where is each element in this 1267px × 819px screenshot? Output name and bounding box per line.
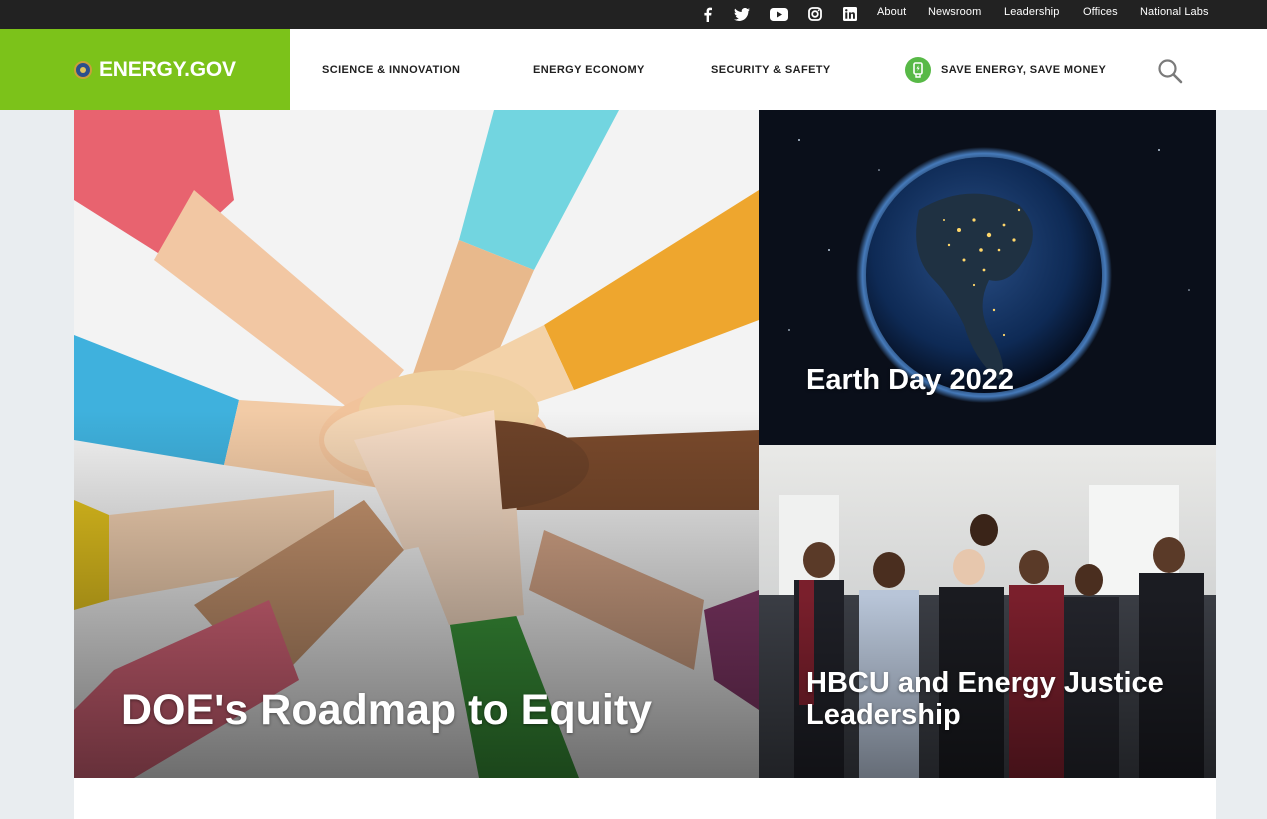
utility-bar: About Newsroom Leadership Offices Nation… xyxy=(0,0,1267,29)
site-logo[interactable]: ENERGY.GOV xyxy=(0,29,290,110)
nav-security-safety[interactable]: SECURITY & SAFETY xyxy=(711,64,831,77)
utility-link-newsroom[interactable]: Newsroom xyxy=(928,6,981,19)
doe-seal-icon xyxy=(74,61,92,79)
nav-save-energy[interactable]: SAVE ENERGY, SAVE MONEY xyxy=(941,64,1106,77)
facebook-icon[interactable] xyxy=(699,4,715,24)
hands-together-illustration xyxy=(74,110,759,778)
linkedin-icon[interactable] xyxy=(842,4,858,24)
utility-link-national-labs[interactable]: National Labs xyxy=(1140,6,1209,19)
hero-bottom-title: HBCU and Energy Justice Leadership xyxy=(806,667,1164,731)
content-area xyxy=(74,778,1216,819)
search-icon[interactable] xyxy=(1156,57,1184,85)
hero-roadmap-to-equity[interactable]: DOE's Roadmap to Equity xyxy=(74,110,759,778)
twitter-icon[interactable] xyxy=(733,4,751,24)
nav-science-innovation[interactable]: SCIENCE & INNOVATION xyxy=(322,64,460,77)
nav-energy-economy[interactable]: ENERGY ECONOMY xyxy=(533,64,645,77)
hero-main-title: DOE's Roadmap to Equity xyxy=(121,686,653,734)
hero-hbcu-leadership[interactable]: HBCU and Energy Justice Leadership xyxy=(759,445,1216,778)
hero-earth-day[interactable]: Earth Day 2022 xyxy=(759,110,1216,445)
utility-link-leadership[interactable]: Leadership xyxy=(1004,6,1059,19)
youtube-icon[interactable] xyxy=(769,4,789,24)
site-header: ENERGY.GOV SCIENCE & INNOVATION ENERGY E… xyxy=(0,29,1267,110)
hero-top-title: Earth Day 2022 xyxy=(806,364,1014,396)
utility-link-about[interactable]: About xyxy=(877,6,906,19)
save-energy-icon xyxy=(905,57,931,83)
logo-text: ENERGY.GOV xyxy=(99,58,236,81)
utility-link-offices[interactable]: Offices xyxy=(1083,6,1118,19)
instagram-icon[interactable] xyxy=(806,4,823,24)
